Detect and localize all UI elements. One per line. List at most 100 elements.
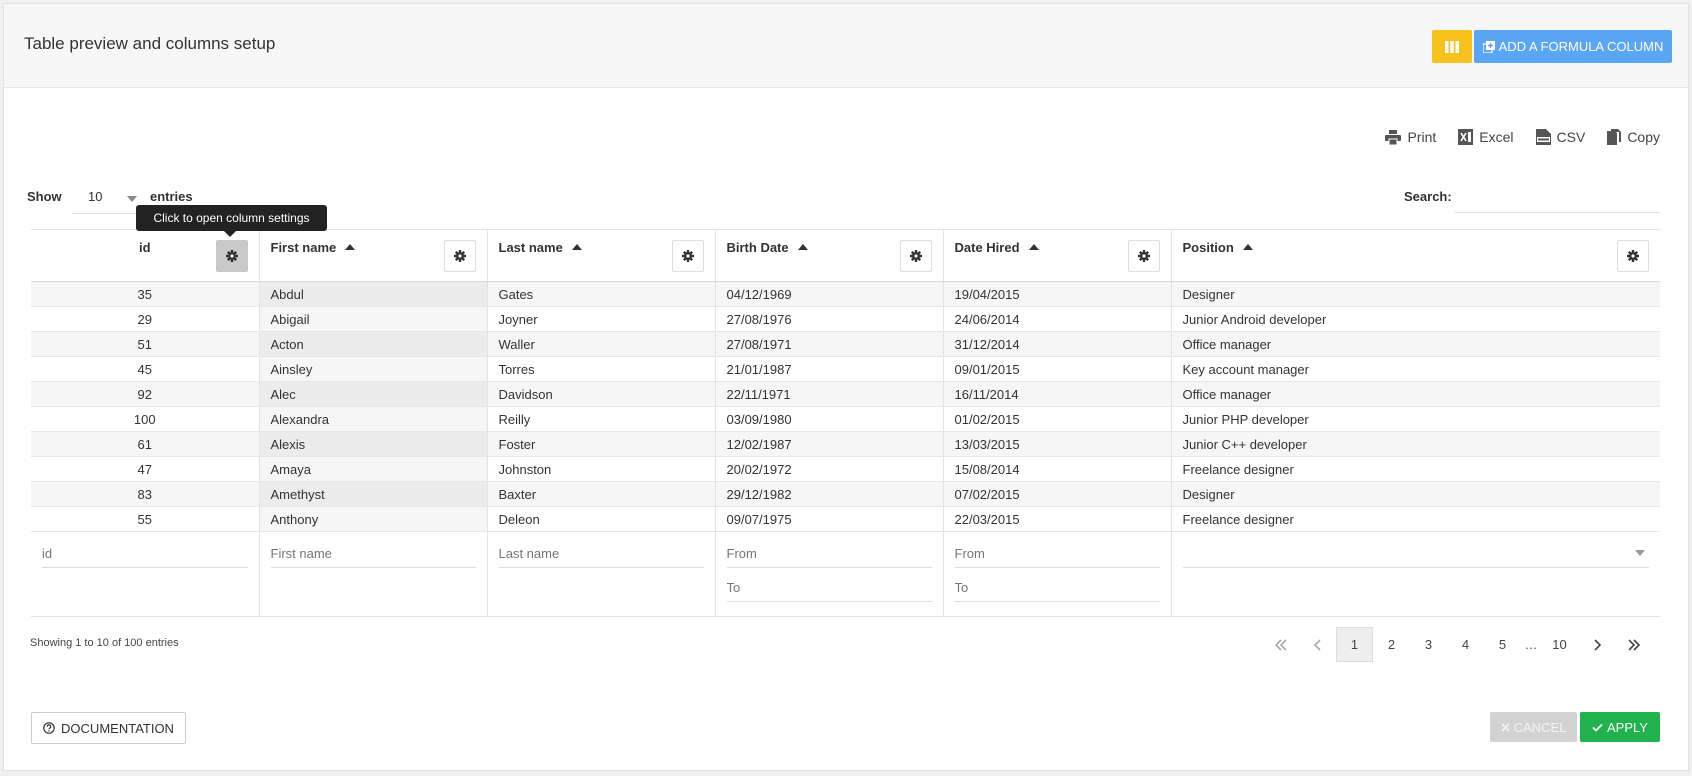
filter-hired-to-input[interactable] (954, 574, 1160, 602)
columns-button[interactable] (1432, 30, 1472, 63)
filter-birth-from-input[interactable] (726, 540, 932, 568)
cell-last-name: Joyner (487, 306, 716, 332)
filter-first-name-input[interactable] (270, 540, 476, 568)
cell-first-name: Alexandra (259, 406, 488, 432)
column-settings-button[interactable] (671, 240, 704, 272)
column-header-last-name[interactable]: Last name (487, 229, 716, 282)
column-header-label: Last name (498, 240, 563, 255)
cell-first-name: Anthony (259, 506, 488, 532)
table-row[interactable]: 47 Amaya Johnston 20/02/1972 15/08/2014 Freel… (31, 456, 1660, 482)
cell-date-hired: 07/02/2015 (943, 481, 1172, 507)
page-button-2[interactable]: 2 (1373, 627, 1410, 662)
filter-hired-from-input[interactable] (954, 540, 1160, 568)
cell-date-hired: 09/01/2015 (943, 356, 1172, 382)
cell-first-name: Alec (259, 381, 488, 407)
copy-button[interactable]: Copy (1607, 129, 1660, 145)
excel-button[interactable]: Excel (1458, 129, 1514, 145)
column-header-id[interactable]: id (31, 229, 260, 282)
table-row[interactable]: 29 Abigail Joyner 27/08/1976 24/06/2014 Junio… (31, 306, 1660, 332)
cell-position: Key account manager (1171, 356, 1660, 382)
filter-position-select[interactable] (1182, 540, 1649, 568)
filter-id-input[interactable] (42, 540, 248, 568)
csv-button[interactable]: CSV (1535, 129, 1585, 145)
cell-position: Junior C++ developer (1171, 431, 1660, 457)
print-label: Print (1407, 129, 1437, 145)
apply-button[interactable]: APPLY (1580, 712, 1660, 742)
cell-birth-date: 04/12/1969 (715, 281, 944, 307)
cell-birth-date: 27/08/1976 (715, 306, 944, 332)
cell-last-name: Baxter (487, 481, 716, 507)
next-page-button[interactable] (1578, 627, 1615, 662)
double-chevron-right-icon (1627, 638, 1640, 651)
column-header-label: Date Hired (954, 240, 1020, 255)
table-row[interactable]: 55 Anthony Deleon 09/07/1975 22/03/2015 Freel… (31, 506, 1660, 532)
cell-birth-date: 22/11/1971 (715, 381, 944, 407)
page-button-5[interactable]: 5 (1484, 627, 1521, 662)
cancel-button[interactable]: CANCEL (1490, 712, 1577, 742)
column-header-first-name[interactable]: First name (259, 229, 488, 282)
table-row[interactable]: 61 Alexis Foster 12/02/1987 13/03/2015 Junior… (31, 431, 1660, 457)
entries-length-value: 10 (88, 189, 103, 204)
table-row[interactable]: 83 Amethyst Baxter 29/12/1982 07/02/2015 Desi… (31, 481, 1660, 507)
columns-icon (1445, 40, 1459, 53)
cell-birth-date: 20/02/1972 (715, 456, 944, 482)
last-page-button[interactable] (1615, 627, 1652, 662)
gear-icon (225, 250, 238, 262)
print-button[interactable]: Print (1385, 129, 1436, 145)
pagination: 1 2 3 4 5 … 10 (1262, 627, 1652, 662)
search-input[interactable] (1455, 182, 1660, 213)
column-header-date-hired[interactable]: Date Hired (943, 229, 1172, 282)
cell-birth-date: 09/07/1975 (715, 506, 944, 532)
column-header-birth-date[interactable]: Birth Date (715, 229, 944, 282)
documentation-button[interactable]: DOCUMENTATION (31, 712, 186, 744)
sort-asc-icon (1242, 244, 1253, 250)
cell-position: Freelance designer (1171, 506, 1660, 532)
add-formula-column-button[interactable]: ADD A FORMULA COLUMN (1474, 30, 1672, 63)
cell-first-name: Ainsley (259, 356, 488, 382)
cell-birth-date: 03/09/1980 (715, 406, 944, 432)
cell-id: 47 (31, 456, 260, 482)
previous-page-button[interactable] (1299, 627, 1336, 662)
table-row[interactable]: 51 Acton Waller 27/08/1971 31/12/2014 Office … (31, 331, 1660, 357)
cell-date-hired: 24/06/2014 (943, 306, 1172, 332)
copy-icon (1607, 129, 1622, 145)
cell-first-name: Alexis (259, 431, 488, 457)
page-button-10[interactable]: 10 (1541, 627, 1578, 662)
page-button-3[interactable]: 3 (1410, 627, 1447, 662)
column-settings-button[interactable] (1617, 240, 1649, 272)
first-page-button[interactable] (1262, 627, 1299, 662)
table-row[interactable]: 45 Ainsley Torres 21/01/1987 09/01/2015 Key a… (31, 356, 1660, 382)
print-icon (1385, 129, 1402, 145)
column-settings-button[interactable] (899, 240, 932, 272)
close-icon (1501, 722, 1510, 732)
export-buttons: Print Excel CSV Copy (1385, 129, 1660, 145)
table-row[interactable]: 100 Alexandra Reilly 03/09/1980 01/02/2015 Ju… (31, 406, 1660, 432)
filter-last-name-input[interactable] (498, 540, 704, 568)
cell-last-name: Gates (487, 281, 716, 307)
cell-birth-date: 29/12/1982 (715, 481, 944, 507)
column-settings-tooltip: Click to open column settings (136, 205, 327, 237)
table-row[interactable]: 92 Alec Davidson 22/11/1971 16/11/2014 Office… (31, 381, 1660, 407)
page-button-1[interactable]: 1 (1336, 627, 1373, 662)
column-settings-button[interactable] (443, 240, 476, 272)
column-header-label: First name (270, 240, 337, 255)
cell-birth-date: 12/02/1987 (715, 431, 944, 457)
copy-label: Copy (1627, 129, 1660, 145)
gear-icon (909, 250, 922, 262)
cell-id: 55 (31, 506, 260, 532)
column-header-position[interactable]: Position (1171, 229, 1660, 282)
column-settings-button[interactable] (215, 240, 248, 272)
filter-birth-to-input[interactable] (726, 574, 932, 602)
sort-asc-icon (571, 244, 582, 250)
entries-length-select[interactable]: 10 (72, 185, 143, 214)
excel-icon (1458, 129, 1474, 145)
excel-label: Excel (1479, 129, 1514, 145)
page-button-4[interactable]: 4 (1447, 627, 1484, 662)
filter-cell-position (1171, 531, 1660, 617)
documentation-label: DOCUMENTATION (61, 720, 174, 736)
sort-asc-icon (1028, 244, 1039, 250)
column-settings-button[interactable] (1127, 240, 1160, 272)
table-row[interactable]: 35 Abdul Gates 04/12/1969 19/04/2015 Designer (31, 281, 1660, 307)
cell-id: 35 (31, 281, 260, 307)
cancel-label: CANCEL (1513, 719, 1567, 735)
